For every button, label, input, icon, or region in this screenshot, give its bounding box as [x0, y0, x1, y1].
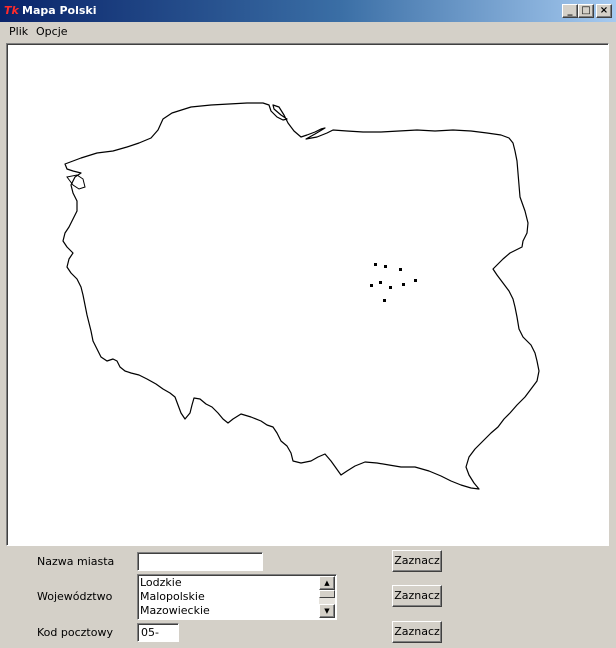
- city-marker[interactable]: [389, 286, 392, 289]
- minimize-button[interactable]: _: [562, 4, 578, 18]
- window-title: Mapa Polski: [22, 4, 97, 17]
- voivodeship-option-lodzkie[interactable]: Lodzkie: [140, 576, 318, 590]
- poland-map: [62, 102, 540, 490]
- tk-app-icon: Tk: [4, 4, 19, 17]
- menu-bar: Plik Opcje: [0, 22, 616, 42]
- postal-code-input[interactable]: [137, 623, 179, 642]
- city-marker[interactable]: [370, 284, 373, 287]
- city-name-label: Nazwa miasta: [37, 555, 115, 568]
- close-button[interactable]: ×: [596, 4, 612, 18]
- menu-plik[interactable]: Plik: [9, 25, 28, 39]
- scroll-thumb[interactable]: [319, 590, 335, 598]
- mark-postal-code-button[interactable]: Zaznacz: [392, 621, 442, 643]
- scroll-up-arrow-icon[interactable]: ▲: [319, 576, 335, 590]
- title-bar[interactable]: Tk Mapa Polski _ □ ×: [0, 0, 616, 22]
- listbox-scrollbar[interactable]: ▲ ▼: [319, 576, 335, 618]
- poland-outline: [62, 102, 540, 490]
- menu-opcje[interactable]: Opcje: [36, 25, 68, 39]
- mark-voivodeship-button[interactable]: Zaznacz: [392, 585, 442, 607]
- mark-city-button[interactable]: Zaznacz: [392, 550, 442, 572]
- city-markers: [370, 263, 417, 302]
- city-name-input[interactable]: [137, 552, 263, 571]
- city-marker[interactable]: [383, 299, 386, 302]
- voivodeship-option-malopolskie[interactable]: Malopolskie: [140, 590, 318, 604]
- voivodeship-options: Lodzkie Malopolskie Mazowieckie: [140, 576, 318, 618]
- voivodeship-option-mazowieckie[interactable]: Mazowieckie: [140, 604, 318, 618]
- map-canvas[interactable]: [6, 43, 609, 546]
- city-marker[interactable]: [384, 265, 387, 268]
- voivodeship-label: Województwo: [37, 590, 113, 603]
- city-marker[interactable]: [379, 281, 382, 284]
- voivodeship-listbox[interactable]: Lodzkie Malopolskie Mazowieckie ▲ ▼: [137, 574, 337, 620]
- maximize-button[interactable]: □: [578, 4, 594, 18]
- city-marker[interactable]: [374, 263, 377, 266]
- scroll-down-arrow-icon[interactable]: ▼: [319, 604, 335, 618]
- city-marker[interactable]: [414, 279, 417, 282]
- postal-code-label: Kod pocztowy: [37, 626, 113, 639]
- city-marker[interactable]: [399, 268, 402, 271]
- city-marker[interactable]: [402, 283, 405, 286]
- lagoon-outline: [66, 174, 86, 190]
